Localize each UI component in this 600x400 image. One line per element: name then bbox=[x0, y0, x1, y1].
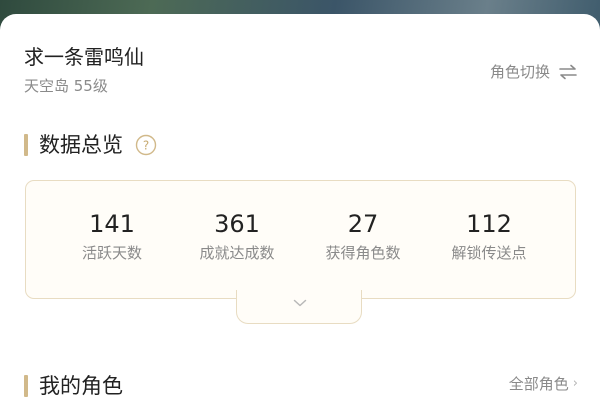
all-roles-label: 全部角色 bbox=[508, 375, 569, 393]
expand-stats-button[interactable] bbox=[236, 290, 362, 324]
stats-card: 141 活跃天数 361 成就达成数 27 获得角色数 112 解锁传送点 bbox=[25, 180, 576, 299]
chevron-right-icon: › bbox=[572, 376, 578, 391]
stat-value: 27 bbox=[347, 210, 379, 238]
section-accent-bar bbox=[24, 134, 28, 156]
overview-section-header: 数据总览 ? bbox=[24, 131, 157, 159]
stat-value: 141 bbox=[89, 210, 135, 238]
character-server-level: 天空岛 55级 bbox=[24, 77, 108, 95]
stat-label: 解锁传送点 bbox=[451, 244, 527, 262]
stat-active-days: 141 活跃天数 bbox=[52, 209, 172, 263]
swap-arrows-icon bbox=[559, 64, 577, 80]
switch-character-label: 角色切换 bbox=[489, 63, 550, 81]
stat-waypoints: 112 解锁传送点 bbox=[429, 209, 549, 263]
stat-value: 361 bbox=[214, 210, 260, 238]
stat-value: 112 bbox=[466, 210, 512, 238]
character-name: 求一条雷鸣仙 bbox=[24, 45, 144, 69]
svg-text:?: ? bbox=[143, 139, 149, 153]
stat-label: 获得角色数 bbox=[325, 244, 401, 262]
all-roles-link[interactable]: 全部角色 › bbox=[509, 373, 578, 395]
chevron-down-icon bbox=[293, 299, 307, 307]
stat-characters: 27 获得角色数 bbox=[303, 209, 423, 263]
stat-label: 活跃天数 bbox=[81, 244, 142, 262]
stat-label: 成就达成数 bbox=[199, 244, 275, 262]
my-roles-section-header: 我的角色 bbox=[24, 372, 123, 400]
switch-character-button[interactable]: 角色切换 bbox=[490, 61, 578, 83]
overview-title: 数据总览 bbox=[39, 133, 123, 157]
section-accent-bar bbox=[24, 375, 28, 397]
my-roles-title: 我的角色 bbox=[39, 374, 123, 398]
stat-achievements: 361 成就达成数 bbox=[177, 209, 297, 263]
question-circle-icon[interactable]: ? bbox=[135, 134, 157, 156]
